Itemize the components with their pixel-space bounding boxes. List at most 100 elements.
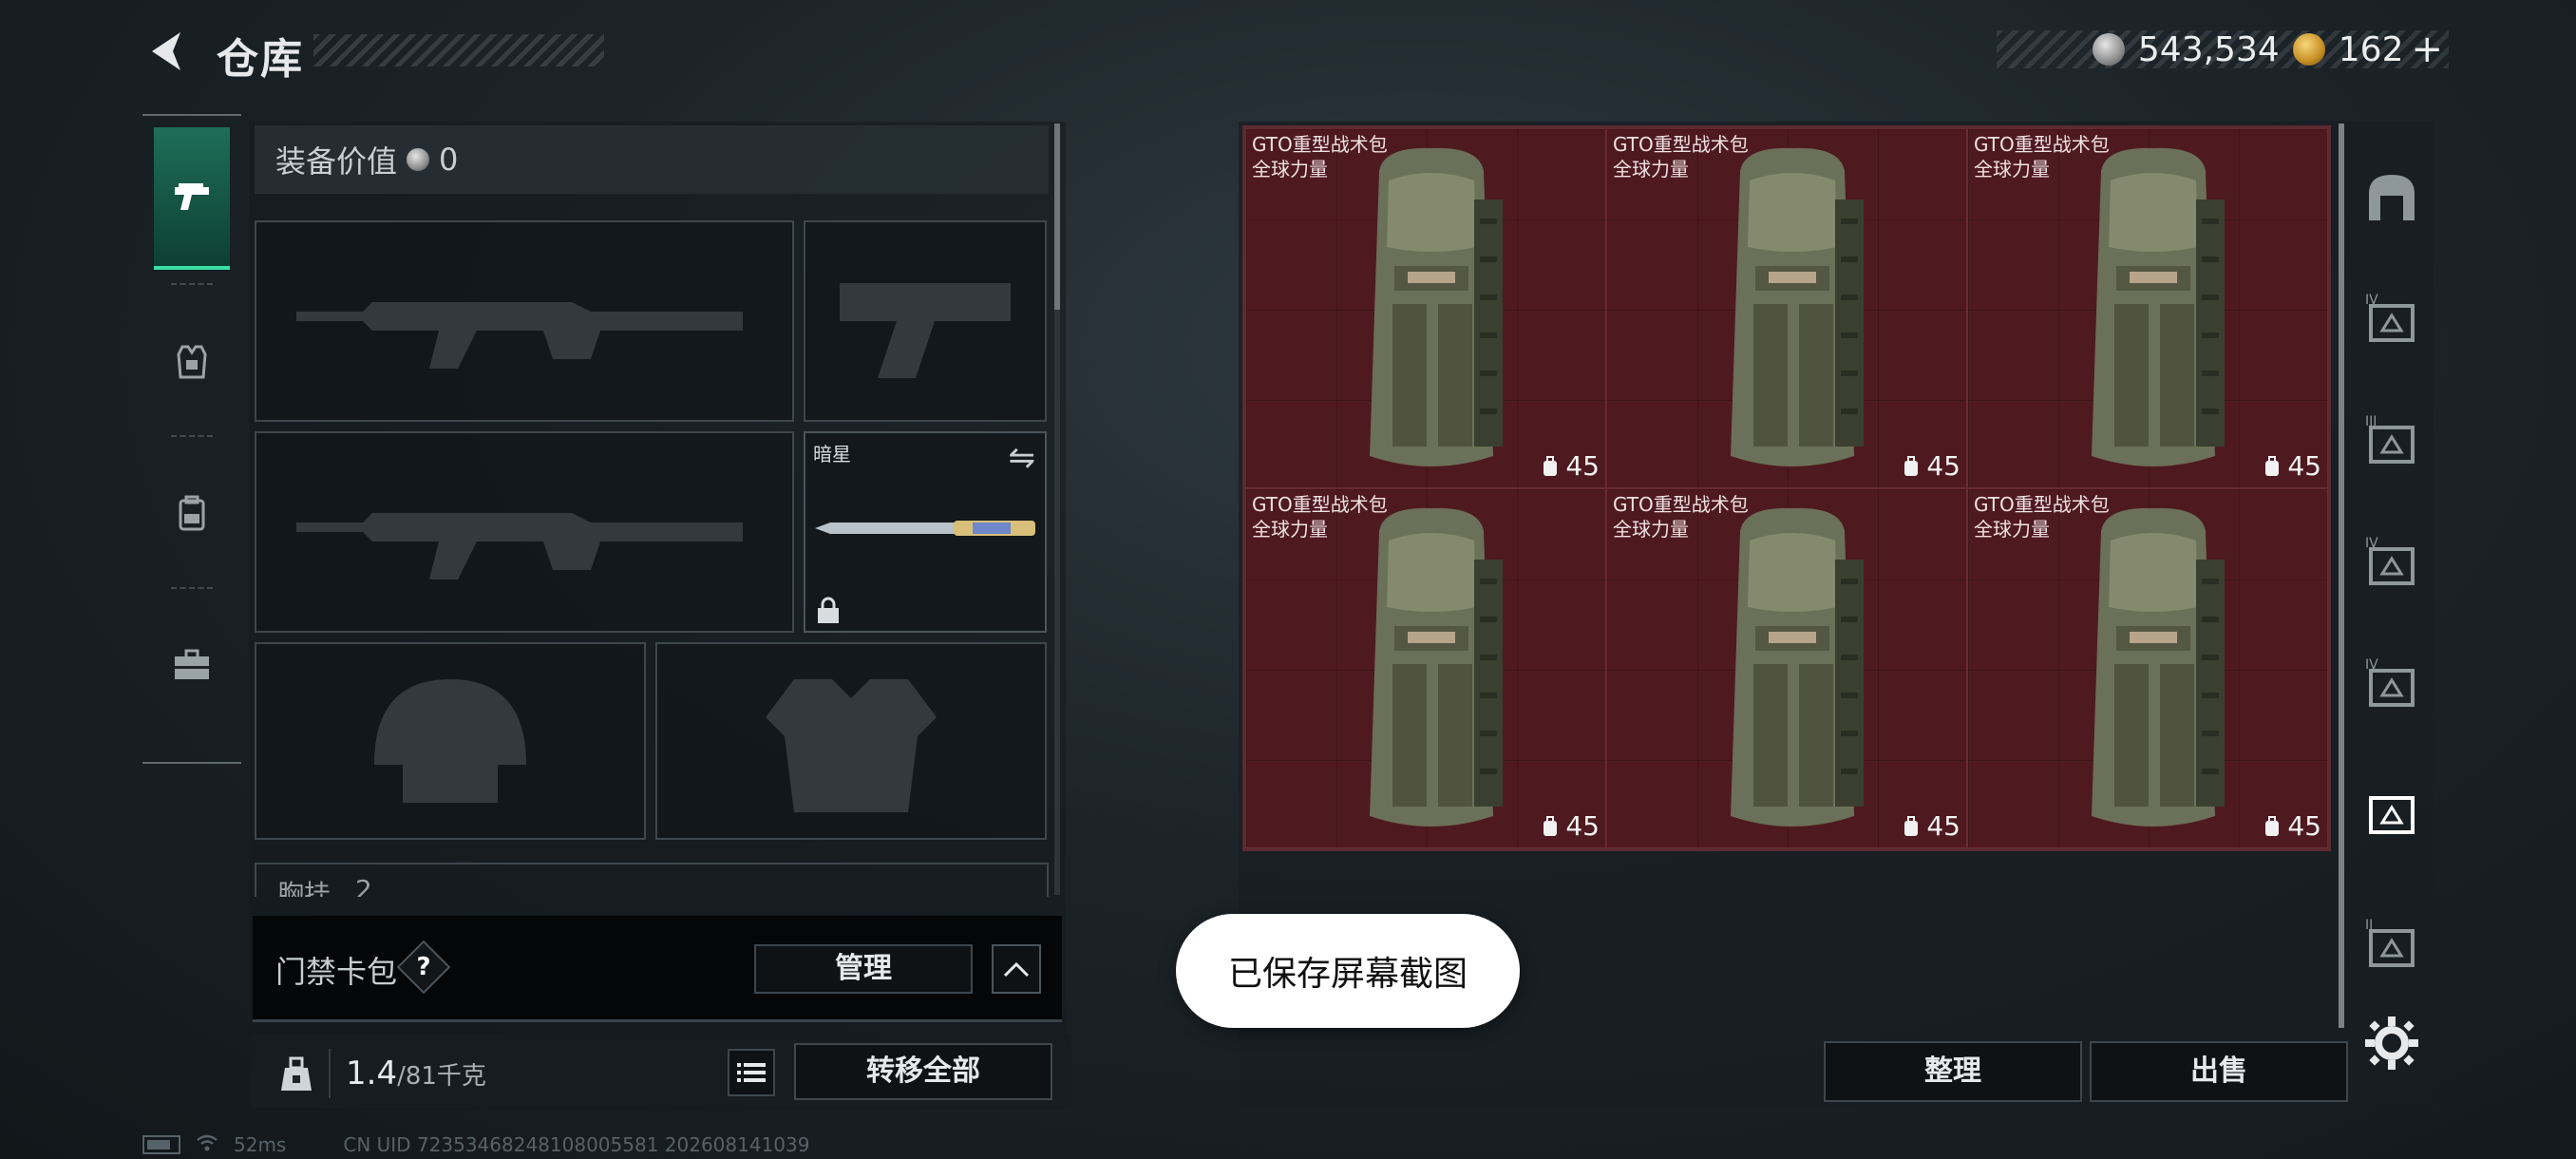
item-name: GTO重型战术包 bbox=[1613, 493, 1749, 516]
rail-tier-label: IV bbox=[2365, 536, 2378, 551]
storage-item-backpack[interactable]: GTO重型战术包 全球力量 45 bbox=[1606, 488, 1967, 848]
chest-rig-label: 胸挂 bbox=[277, 879, 331, 897]
item-brand: 全球力量 bbox=[1613, 158, 1689, 180]
storage-item-backpack[interactable]: GTO重型战术包 全球力量 45 bbox=[1967, 488, 2328, 848]
rail-storage-iv-folder-button[interactable]: IV bbox=[2358, 528, 2426, 597]
equipment-value-label: 装备价值 bbox=[275, 143, 398, 180]
keycard-case-label: 门禁卡包 bbox=[275, 954, 398, 990]
weight-icon bbox=[264, 1049, 331, 1098]
back-arrow-icon bbox=[152, 32, 180, 70]
safehouse-icon bbox=[2369, 175, 2415, 220]
sell-button[interactable]: 出售 bbox=[2090, 1041, 2348, 1102]
silver-currency-value: 543,534 bbox=[2137, 29, 2280, 69]
rail-storage-iv-button[interactable]: IV bbox=[2358, 285, 2426, 353]
tactical-backpack-icon bbox=[2092, 147, 2225, 466]
gold-coin-icon bbox=[2292, 33, 2325, 66]
storage-item-backpack[interactable]: GTO重型战术包 全球力量 45 bbox=[1967, 128, 2328, 488]
knife-name: 暗星 bbox=[813, 443, 851, 466]
rail-storage-selected-button[interactable] bbox=[2358, 777, 2426, 846]
storage-iv-icon: IV bbox=[2365, 293, 2415, 342]
list-view-button[interactable] bbox=[728, 1049, 775, 1096]
secondary-weapon-slot[interactable] bbox=[255, 431, 794, 633]
back-button[interactable] bbox=[142, 27, 190, 76]
storage-grid: GTO重型战术包 全球力量 45 GTO重型战术包 全球力量 45 GTO重型战术包 全球力量… bbox=[1242, 125, 2331, 851]
storage-scrollbar[interactable] bbox=[2339, 124, 2344, 1028]
item-name: GTO重型战术包 bbox=[1974, 493, 2110, 516]
rail-storage-ii-button[interactable]: II bbox=[2358, 910, 2426, 978]
page-title: 仓库 bbox=[217, 35, 304, 84]
pistol-silhouette-icon bbox=[805, 222, 1045, 420]
rail-tier-label: II bbox=[2365, 918, 2373, 933]
tab-backpack[interactable] bbox=[154, 443, 230, 585]
helmet-slot[interactable] bbox=[255, 642, 646, 840]
rail-safehouse-button[interactable] bbox=[2358, 163, 2426, 232]
storage-item-backpack[interactable]: GTO重型战术包 全球力量 45 bbox=[1606, 128, 1967, 488]
swap-icon[interactable]: ⇋ bbox=[1009, 439, 1036, 477]
storage-selected-icon bbox=[2369, 796, 2415, 834]
item-brand: 全球力量 bbox=[1613, 518, 1689, 541]
chevron-up-icon bbox=[1003, 961, 1030, 978]
transfer-all-button[interactable]: 转移全部 bbox=[794, 1043, 1052, 1100]
manage-button[interactable]: 管理 bbox=[754, 944, 973, 994]
rail-tier-label: III bbox=[2365, 414, 2377, 429]
add-currency-button[interactable]: + bbox=[2411, 28, 2443, 71]
storage-iii-icon: III bbox=[2365, 414, 2415, 464]
item-capacity-value: 45 bbox=[1565, 450, 1600, 482]
briefcase-icon bbox=[175, 649, 209, 679]
sort-button[interactable]: 整理 bbox=[1824, 1041, 2082, 1102]
help-icon: ? bbox=[416, 953, 431, 981]
item-capacity: 45 bbox=[1541, 810, 1600, 842]
weight-max: /81千克 bbox=[397, 1062, 486, 1091]
backpack-capacity-icon bbox=[2265, 815, 2280, 836]
equipment-value-bar: 装备价值 0 bbox=[255, 125, 1049, 194]
tactical-backpack-icon bbox=[1731, 507, 1864, 826]
category-tab-rail bbox=[142, 114, 241, 764]
item-name: GTO重型战术包 bbox=[1252, 133, 1388, 156]
equipment-value: 0 bbox=[439, 142, 459, 178]
tab-divider bbox=[171, 435, 213, 437]
item-capacity-value: 45 bbox=[2287, 450, 2321, 482]
item-capacity: 45 bbox=[1902, 810, 1960, 842]
collapse-button[interactable] bbox=[992, 944, 1041, 994]
storage-iv-folder-icon: IV bbox=[2365, 536, 2415, 585]
title-decoration bbox=[313, 34, 604, 66]
wifi-icon bbox=[196, 1133, 218, 1156]
pistol-icon bbox=[175, 183, 209, 210]
tab-divider bbox=[171, 283, 213, 285]
storage-item-backpack[interactable]: GTO重型战术包 全球力量 45 bbox=[1245, 128, 1606, 488]
item-capacity: 45 bbox=[2263, 450, 2321, 482]
backpack-capacity-icon bbox=[1904, 455, 1919, 476]
primary-weapon-slot[interactable] bbox=[255, 220, 794, 422]
lock-icon bbox=[818, 597, 839, 623]
rifle-silhouette-icon bbox=[256, 222, 792, 420]
silver-coin-icon bbox=[407, 148, 430, 171]
storage-side-rail: IV III IV IV II bbox=[2350, 122, 2434, 1110]
rail-storage-iv-add-button[interactable]: IV bbox=[2358, 650, 2426, 718]
screenshot-saved-toast: 已保存屏幕截图 bbox=[1176, 914, 1520, 1028]
status-bar: 52ms CN UID 72353468248108005581 2026081… bbox=[142, 1132, 809, 1157]
tab-weapons[interactable] bbox=[154, 127, 230, 270]
item-capacity: 45 bbox=[2263, 810, 2321, 842]
backpack-capacity-icon bbox=[2265, 455, 2280, 476]
tab-gear[interactable] bbox=[154, 291, 230, 433]
equipment-scrollbar[interactable] bbox=[1054, 124, 1060, 310]
armor-vest-icon bbox=[177, 345, 207, 379]
item-capacity-value: 45 bbox=[1565, 810, 1600, 842]
help-button[interactable]: ? bbox=[396, 940, 451, 995]
melee-knife-slot[interactable]: 暗星 ⇋ bbox=[804, 431, 1047, 633]
body-armor-slot[interactable] bbox=[655, 642, 1047, 840]
ping-value: 52ms bbox=[234, 1133, 287, 1156]
sidearm-slot[interactable] bbox=[804, 220, 1047, 422]
tactical-backpack-icon bbox=[1370, 147, 1503, 466]
chest-rig-extra: 2 bbox=[355, 874, 372, 897]
silver-coin-icon bbox=[2092, 33, 2125, 66]
tab-cases[interactable] bbox=[154, 595, 230, 737]
storage-item-backpack[interactable]: GTO重型战术包 全球力量 45 bbox=[1245, 488, 1606, 848]
rail-tier-label: IV bbox=[2365, 293, 2378, 308]
rail-settings-gear-button[interactable] bbox=[2358, 1009, 2426, 1077]
storage-ii-icon: II bbox=[2365, 918, 2415, 967]
item-capacity: 45 bbox=[1541, 450, 1600, 482]
rail-storage-iii-button[interactable]: III bbox=[2358, 407, 2426, 475]
item-capacity: 45 bbox=[1902, 450, 1960, 482]
chest-rig-slot[interactable]: 胸挂 2 bbox=[255, 863, 1049, 897]
